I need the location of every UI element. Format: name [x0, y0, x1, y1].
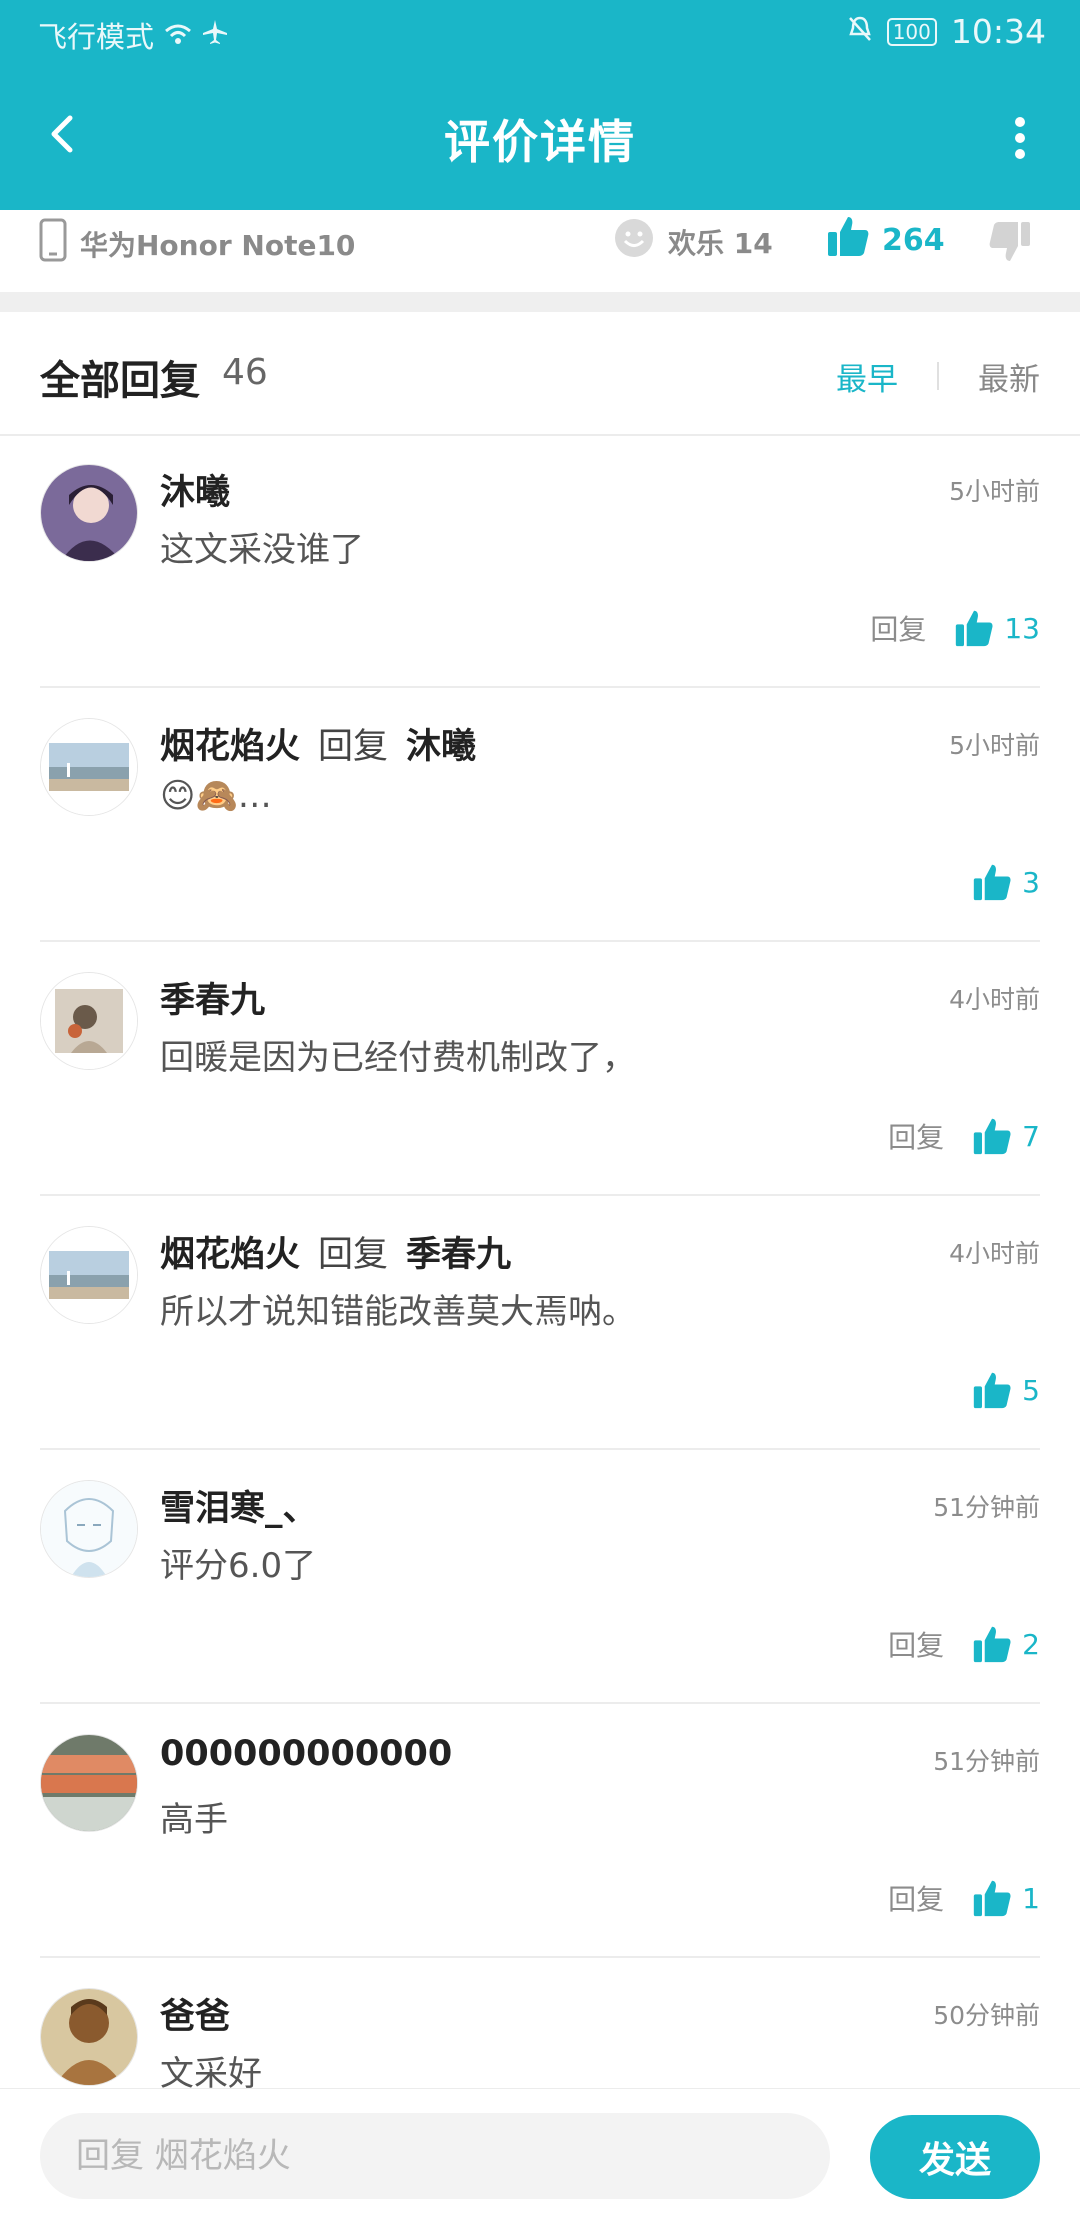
avatar[interactable] [40, 1226, 138, 1324]
comment-author[interactable]: 烟花焰火 [160, 718, 300, 769]
thumb-down-icon[interactable] [988, 220, 1032, 271]
comment-time: 4小时前 [949, 1239, 1040, 1268]
reply-target[interactable]: 季春九 [406, 1226, 511, 1277]
reply-bar: 发送 [0, 2088, 1080, 2221]
comment-like-button[interactable]: 2 [972, 1624, 1040, 1664]
comment-item: 沐曦 5小时前 这文采没谁了 回复 13 [0, 434, 1080, 688]
comment-like-button[interactable]: 13 [954, 608, 1040, 648]
comment-time: 51分钟前 [933, 1493, 1040, 1522]
comment-time: 51分钟前 [933, 1747, 1040, 1776]
comment-author[interactable]: 雪泪寒_、 [160, 1480, 318, 1531]
section-gap [0, 292, 1080, 312]
comment-item: 季春九 4小时前 回暖是因为已经付费机制改了， 回复 7 [0, 942, 1080, 1196]
device-bar: 华为Honor Note10 欢乐 14 264 [0, 210, 1080, 292]
comment-item: 000000000000 51分钟前 高手 回复 1 [0, 1704, 1080, 1958]
replies-label: 全部回复 [40, 358, 200, 404]
more-icon[interactable] [1000, 108, 1040, 168]
comment-time: 4小时前 [949, 985, 1040, 1014]
airplane-mode-label: 飞行模式 [38, 20, 155, 54]
comment-time: 50分钟前 [933, 2001, 1040, 2030]
avatar[interactable] [40, 464, 138, 562]
reply-word: 回复 [318, 1235, 389, 1275]
comment-item: 烟花焰火 回复 沐曦 5小时前 😊🙈… 3 [0, 688, 1080, 942]
top-bar: 飞行模式 100 10:34 评价详情 [0, 0, 1080, 210]
comment-text: 评分6.0了 [160, 1546, 317, 1586]
sort-earliest-tab[interactable]: 最早 [836, 354, 898, 399]
airplane-icon [202, 18, 228, 52]
page-title: 评价详情 [444, 115, 636, 169]
replies-header: 全部回复 46 最早 最新 [0, 312, 1080, 436]
thumb-up-icon [973, 1372, 1011, 1409]
reply-input[interactable] [40, 2113, 830, 2199]
comment-like-button[interactable]: 7 [972, 1116, 1040, 1156]
sort-latest-tab[interactable]: 最新 [978, 354, 1040, 399]
avatar[interactable] [40, 718, 138, 816]
avatar[interactable] [40, 1988, 138, 2086]
comment-text: 这文采没谁了 [160, 530, 364, 570]
comment-text: 回暖是因为已经付费机制改了， [160, 1038, 636, 1078]
send-button[interactable]: 发送 [870, 2115, 1040, 2199]
reply-button[interactable]: 回复 [870, 608, 926, 648]
status-time: 10:34 [950, 12, 1046, 51]
comment-text: 高手 [160, 1800, 228, 1840]
title-bar: 评价详情 [0, 64, 1080, 210]
replies-count: 46 [222, 352, 268, 393]
comment-like-count: 7 [1022, 1119, 1040, 1153]
comment-time: 5小时前 [949, 477, 1040, 506]
comment-text: 😊🙈… [160, 776, 272, 816]
reply-target[interactable]: 沐曦 [406, 718, 476, 769]
comment-like-count: 5 [1022, 1373, 1040, 1407]
mood-label: 欢乐 14 [668, 226, 773, 260]
comment-like-button[interactable]: 3 [972, 862, 1040, 902]
avatar[interactable] [40, 972, 138, 1070]
reply-word: 回复 [318, 727, 389, 767]
comment-item: 烟花焰火 回复 季春九 4小时前 所以才说知错能改善莫大焉呐。 5 [0, 1196, 1080, 1450]
comment-author[interactable]: 沐曦 [160, 464, 230, 515]
comment-author[interactable]: 爸爸 [160, 1988, 230, 2039]
thumb-up-icon [973, 1118, 1011, 1155]
device-name: 华为Honor Note10 [80, 228, 356, 262]
comment-author[interactable]: 烟花焰火 [160, 1226, 300, 1277]
reply-button[interactable]: 回复 [888, 1878, 944, 1918]
comment-like-count: 1 [1022, 1881, 1040, 1915]
sort-divider [937, 362, 939, 390]
status-bar: 飞行模式 100 10:34 [0, 0, 1080, 64]
comment-item: 雪泪寒_、 51分钟前 评分6.0了 回复 2 [0, 1450, 1080, 1704]
avatar[interactable] [40, 1480, 138, 1578]
comment-like-count: 13 [1004, 611, 1040, 645]
comment-like-button[interactable]: 1 [972, 1878, 1040, 1918]
like-count: 264 [882, 222, 945, 258]
comment-author[interactable]: 季春九 [160, 972, 265, 1023]
comment-like-button[interactable]: 5 [972, 1370, 1040, 1410]
wifi-icon [164, 18, 192, 52]
thumb-up-icon [973, 1626, 1011, 1663]
thumb-up-icon [956, 610, 993, 647]
comment-text: 所以才说知错能改善莫大焉呐。 [160, 1292, 636, 1332]
smile-icon [614, 218, 654, 265]
comment-like-count: 3 [1022, 865, 1040, 899]
comment-author[interactable]: 000000000000 [160, 1734, 452, 1774]
phone-icon [38, 218, 68, 269]
reply-button[interactable]: 回复 [888, 1624, 944, 1664]
like-button[interactable]: 264 [826, 214, 945, 266]
thumb-up-icon [826, 214, 870, 266]
comment-time: 5小时前 [949, 731, 1040, 760]
avatar[interactable] [40, 1734, 138, 1832]
comment-like-count: 2 [1022, 1627, 1040, 1661]
reply-button[interactable]: 回复 [888, 1116, 944, 1156]
mute-icon [847, 12, 873, 51]
thumb-up-icon [973, 864, 1011, 901]
thumb-up-icon [973, 1880, 1011, 1917]
battery-icon: 100 [886, 17, 937, 46]
